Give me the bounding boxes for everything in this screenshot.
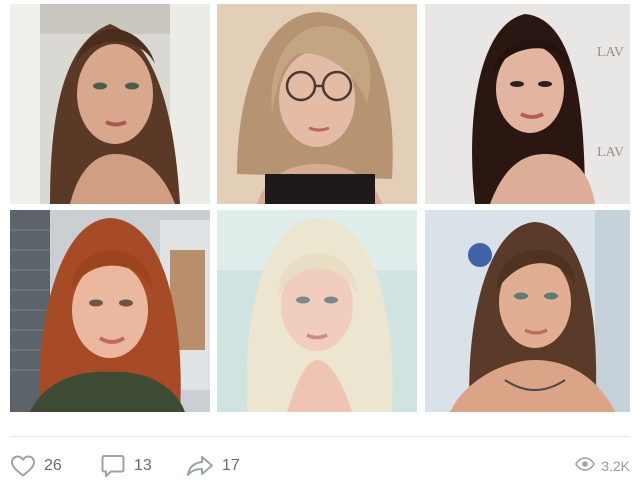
share-button[interactable]: 17	[186, 452, 240, 480]
photo-4-image	[10, 210, 210, 412]
photo-1[interactable]	[10, 4, 210, 204]
heart-icon	[10, 454, 36, 478]
divider	[10, 436, 630, 437]
share-icon	[186, 454, 214, 478]
backdrop-text-2: LAV	[597, 145, 624, 160]
like-button[interactable]: 26	[10, 452, 62, 480]
photo-5-image	[217, 210, 417, 412]
photo-6[interactable]	[425, 210, 630, 412]
view-count: 3.2K	[601, 458, 630, 474]
comment-count: 13	[134, 457, 152, 474]
photo-5[interactable]	[217, 210, 417, 412]
backdrop-text-1: LAV	[597, 45, 624, 60]
photo-1-image	[10, 4, 210, 204]
photo-3-image: LAV LAV	[425, 4, 630, 204]
photo-2[interactable]	[217, 4, 417, 204]
like-count: 26	[44, 457, 62, 474]
flower-ornament	[468, 243, 492, 267]
photo-6-image	[425, 210, 630, 412]
post-actions: 26 13 17 3.2K	[10, 452, 630, 480]
photo-3[interactable]: LAV LAV	[425, 4, 630, 204]
photo-grid: LAV LAV	[10, 4, 630, 412]
comment-button[interactable]: 13	[100, 452, 152, 480]
share-count: 17	[222, 457, 240, 474]
views-counter: 3.2K	[575, 452, 630, 480]
photo-4[interactable]	[10, 210, 210, 412]
photo-2-image	[217, 4, 417, 204]
eye-icon	[575, 456, 596, 476]
comment-icon	[100, 453, 126, 479]
